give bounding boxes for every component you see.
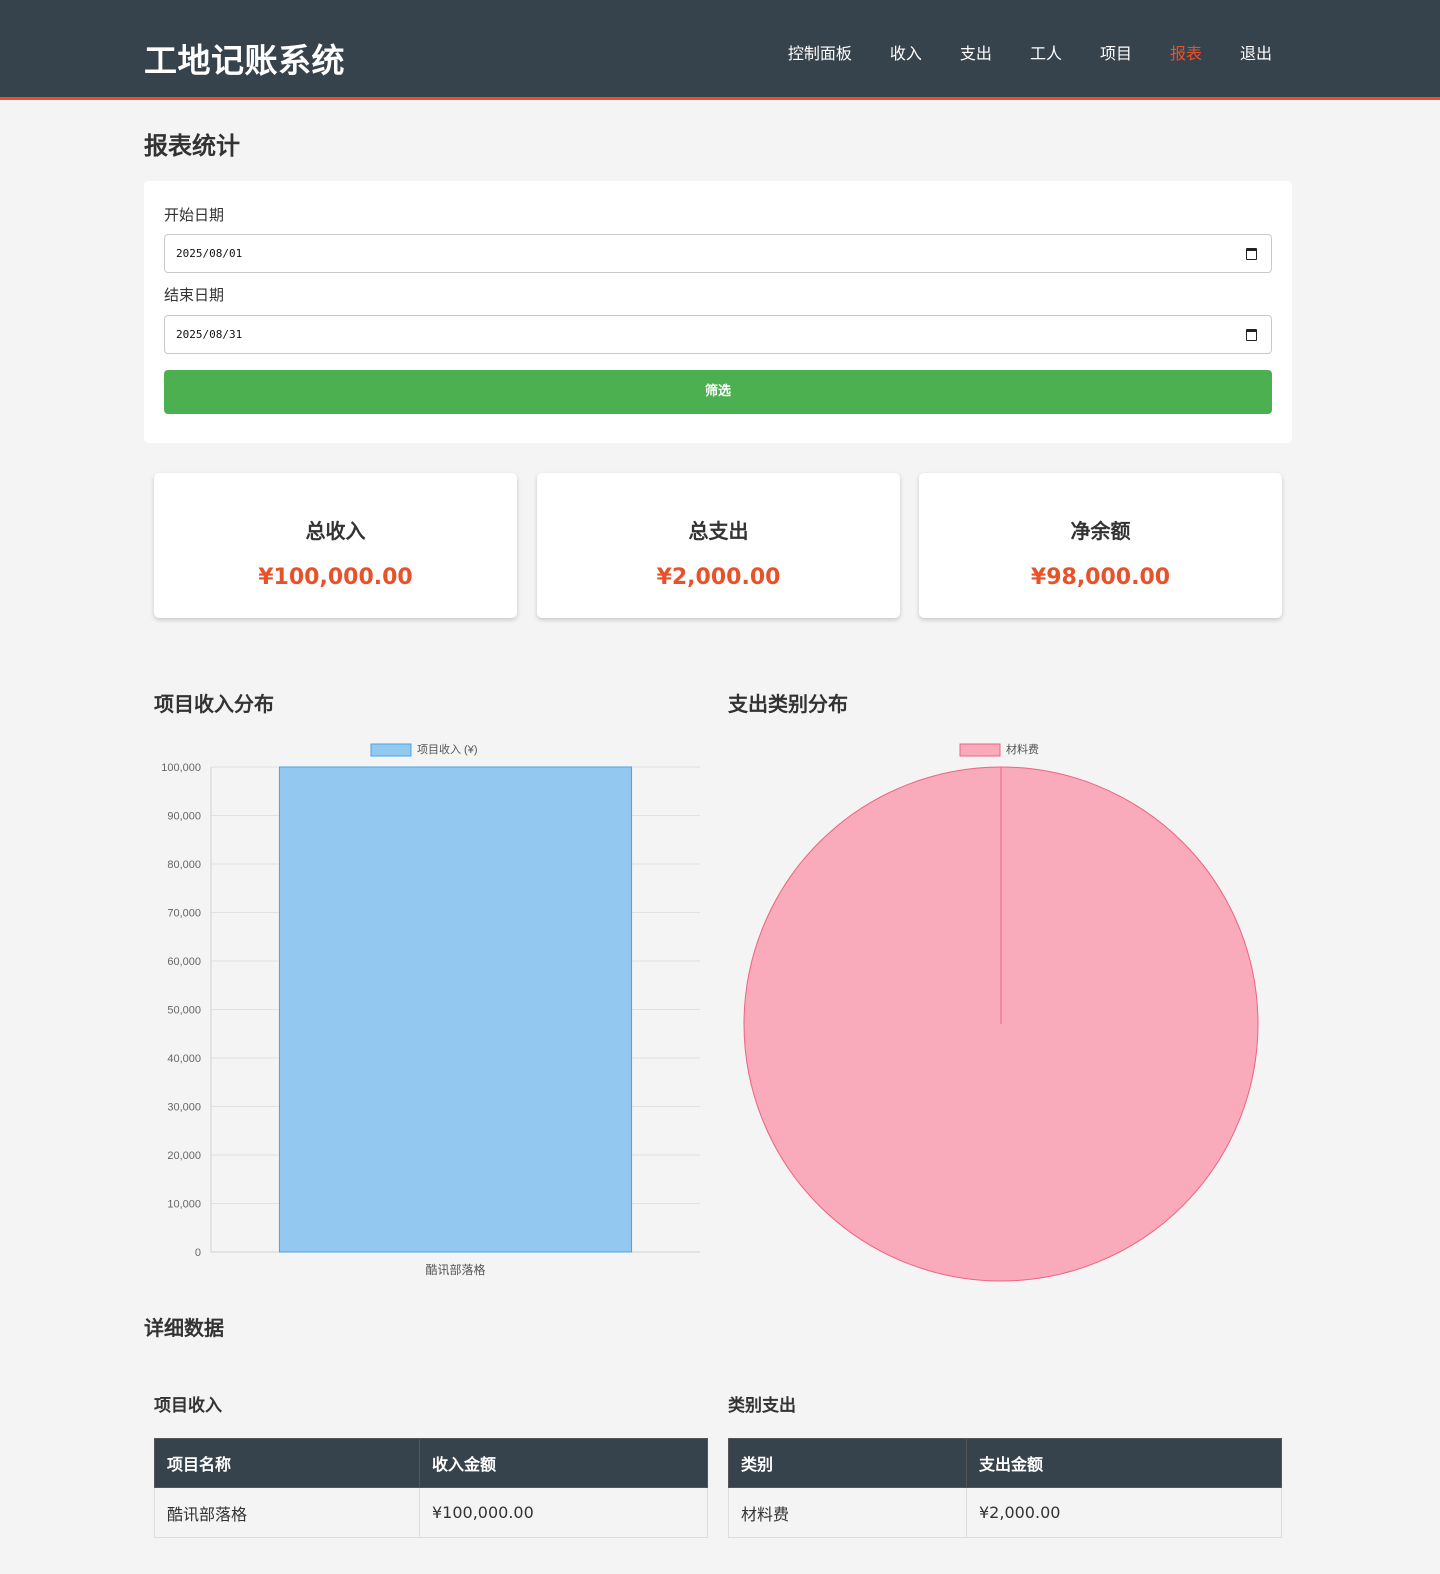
charts-canvas: 100,000 90,000 80,000 70,000 60,000 50,000 40,… xyxy=(161,742,1259,1282)
y-tick-label: 90,000 xyxy=(167,811,201,823)
y-tick-label: 100,000 xyxy=(161,762,201,774)
y-tick-label: 80,000 xyxy=(167,859,201,871)
details-title: 详细数据 xyxy=(144,1316,224,1340)
y-tick-label: 30,000 xyxy=(167,1102,201,1114)
y-tick-label: 10,000 xyxy=(167,1199,201,1211)
table-cell: 材料费 xyxy=(728,1487,967,1538)
table-header-row: 项目名称 收入金额 xyxy=(154,1438,708,1488)
expense-table: 类别 支出金额 材料费 ¥2,000.00 xyxy=(728,1438,1282,1538)
table-row: 材料费 ¥2,000.00 xyxy=(728,1487,1282,1538)
x-tick-label: 酷讯部落格 xyxy=(425,1262,485,1277)
table-header-cell: 支出金额 xyxy=(966,1438,1282,1488)
table-header-cell: 项目名称 xyxy=(154,1438,420,1488)
y-tick-label: 50,000 xyxy=(167,1005,201,1017)
y-tick-label: 60,000 xyxy=(167,956,201,968)
table-cell: ¥100,000.00 xyxy=(419,1487,708,1538)
legend-label: 项目收入 (¥) xyxy=(417,742,478,756)
table-header-cell: 收入金额 xyxy=(419,1438,708,1488)
legend-swatch xyxy=(959,743,1001,757)
legend-label: 材料费 xyxy=(1006,742,1039,756)
income-bar-chart: 100,000 90,000 80,000 70,000 60,000 50,000 40,… xyxy=(161,742,700,1277)
income-table-title: 项目收入 xyxy=(154,1396,222,1416)
bar xyxy=(278,766,633,1253)
table-cell: ¥2,000.00 xyxy=(966,1487,1282,1538)
legend-swatch xyxy=(370,743,412,757)
table-header-row: 类别 支出金额 xyxy=(728,1438,1282,1488)
expense-pie-chart: 材料费 xyxy=(743,742,1259,1282)
income-table: 项目名称 收入金额 酷讯部落格 ¥100,000.00 xyxy=(154,1438,708,1538)
y-tick-label: 20,000 xyxy=(167,1150,201,1162)
y-tick-label: 70,000 xyxy=(167,908,201,920)
expense-table-title: 类别支出 xyxy=(728,1396,796,1416)
y-tick-label: 40,000 xyxy=(167,1053,201,1065)
table-header-cell: 类别 xyxy=(728,1438,967,1488)
y-tick-label: 0 xyxy=(195,1247,201,1259)
table-cell: 酷讯部落格 xyxy=(154,1487,420,1538)
table-row: 酷讯部落格 ¥100,000.00 xyxy=(154,1487,708,1538)
